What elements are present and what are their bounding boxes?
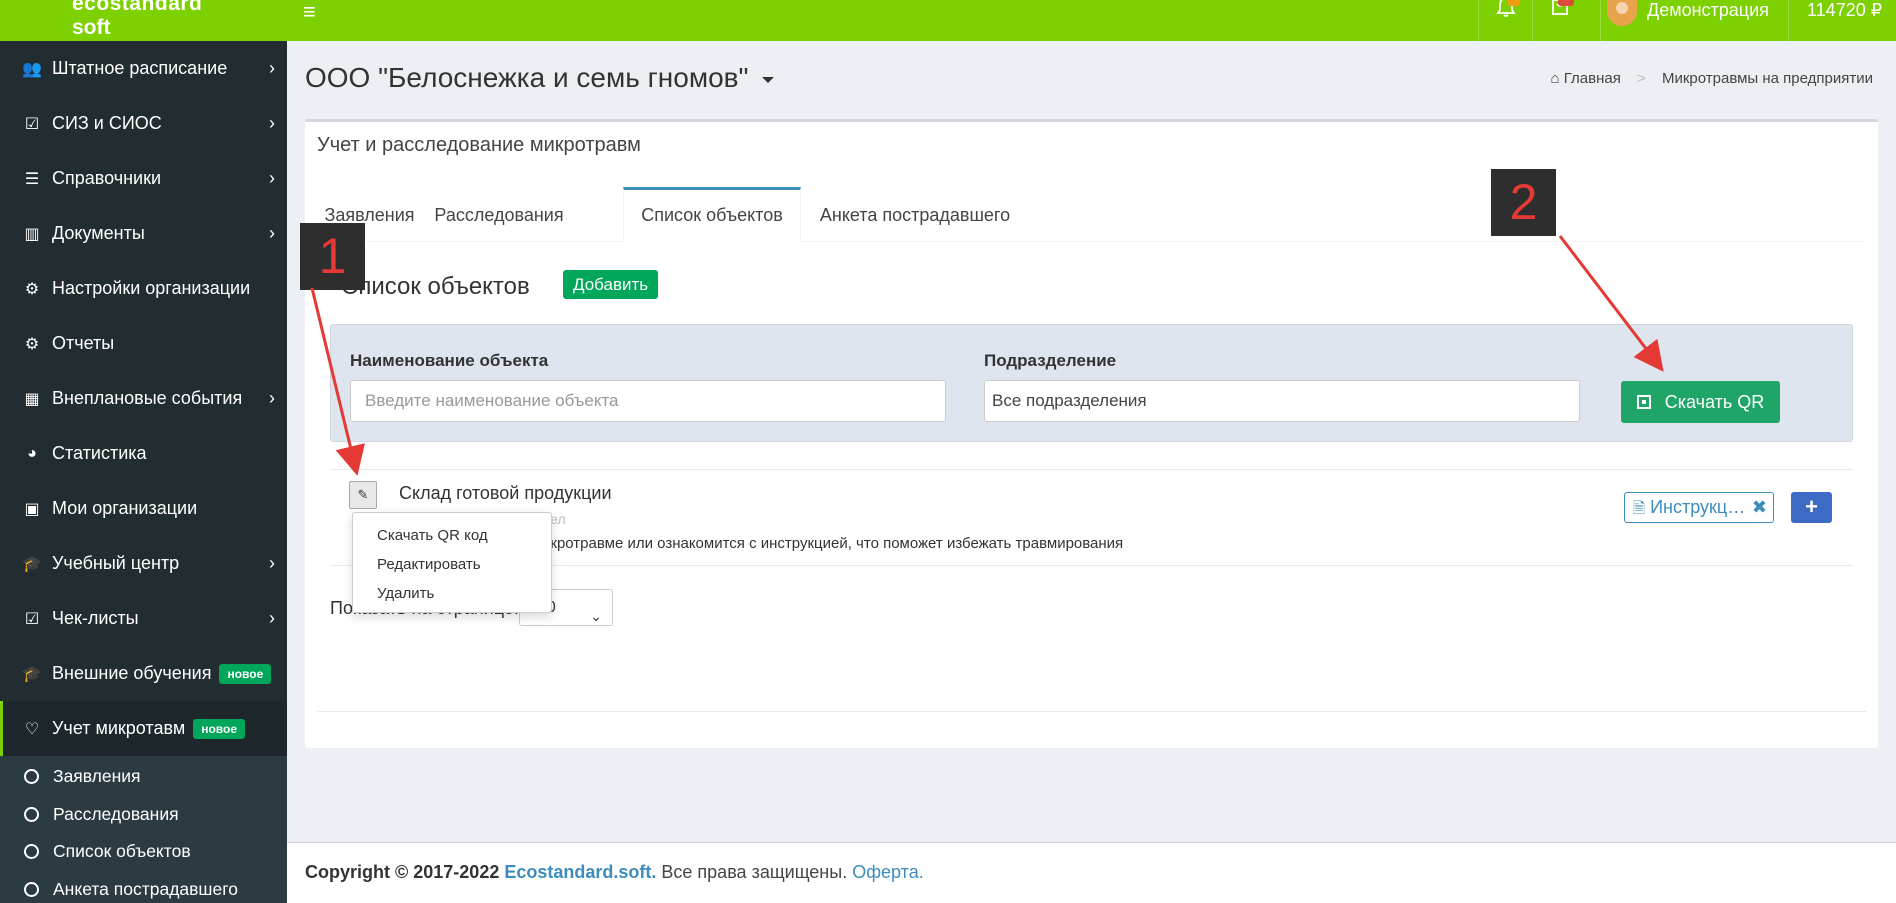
annotation-arrows (310, 235, 1664, 476)
annotation-arrow-1 (310, 287, 365, 476)
annotation-arrow-2 (1558, 235, 1664, 372)
